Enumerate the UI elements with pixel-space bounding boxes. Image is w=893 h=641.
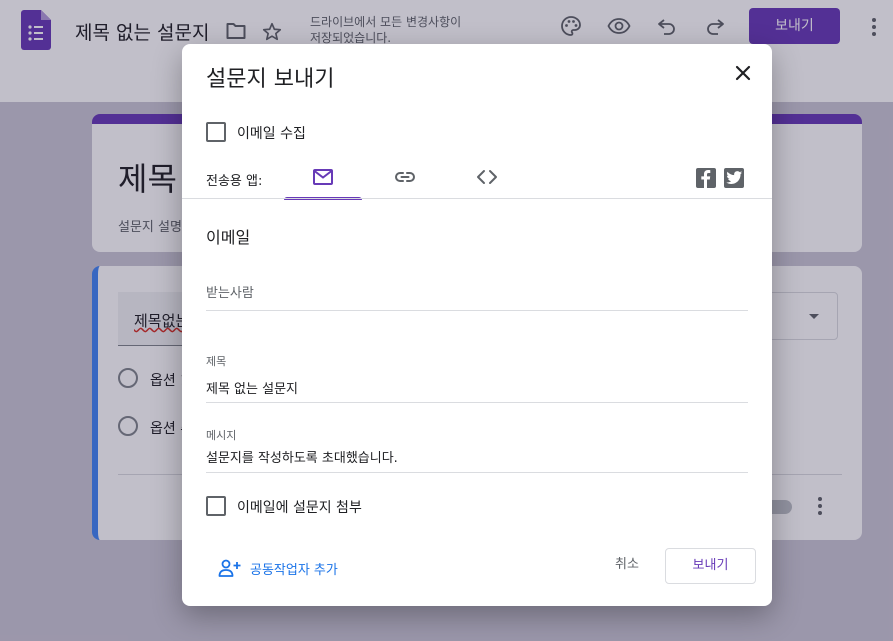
collect-email-checkbox[interactable] xyxy=(206,122,226,142)
message-label: 메시지 xyxy=(206,429,237,442)
facebook-share-button[interactable] xyxy=(696,168,716,188)
close-icon[interactable] xyxy=(732,62,754,84)
add-collaborators-label: 공동작업자 추가 xyxy=(250,563,338,578)
collect-email-label: 이메일 수집 xyxy=(237,126,306,142)
attach-form-label: 이메일에 설문지 첨부 xyxy=(237,500,362,516)
subject-input[interactable] xyxy=(206,380,748,395)
subject-label: 제목 xyxy=(206,355,227,368)
mail-icon xyxy=(313,169,333,185)
tab-email[interactable] xyxy=(284,156,362,200)
recipients-field xyxy=(206,280,748,311)
send-button[interactable]: 보내기 xyxy=(665,548,756,584)
send-form-dialog: 설문지 보내기 이메일 수집 전송용 앱: 이메일 제목 xyxy=(182,44,772,606)
message-input[interactable] xyxy=(206,449,748,464)
tab-link[interactable] xyxy=(366,156,444,198)
recipients-input[interactable] xyxy=(206,286,748,301)
email-section-title: 이메일 xyxy=(206,228,251,247)
send-via-label: 전송용 앱: xyxy=(206,174,263,189)
divider xyxy=(182,198,772,199)
code-icon xyxy=(477,170,497,184)
person-add-icon xyxy=(218,559,241,577)
twitter-icon xyxy=(726,171,743,184)
dialog-title: 설문지 보내기 xyxy=(206,67,335,92)
attach-form-checkbox[interactable] xyxy=(206,496,226,516)
message-field: 메시지 xyxy=(206,427,748,473)
twitter-share-button[interactable] xyxy=(724,168,744,188)
tab-embed[interactable] xyxy=(448,156,526,198)
facebook-icon xyxy=(701,170,711,188)
cancel-button[interactable]: 취소 xyxy=(600,553,654,577)
subject-field: 제목 xyxy=(206,352,748,403)
link-icon xyxy=(395,172,415,182)
